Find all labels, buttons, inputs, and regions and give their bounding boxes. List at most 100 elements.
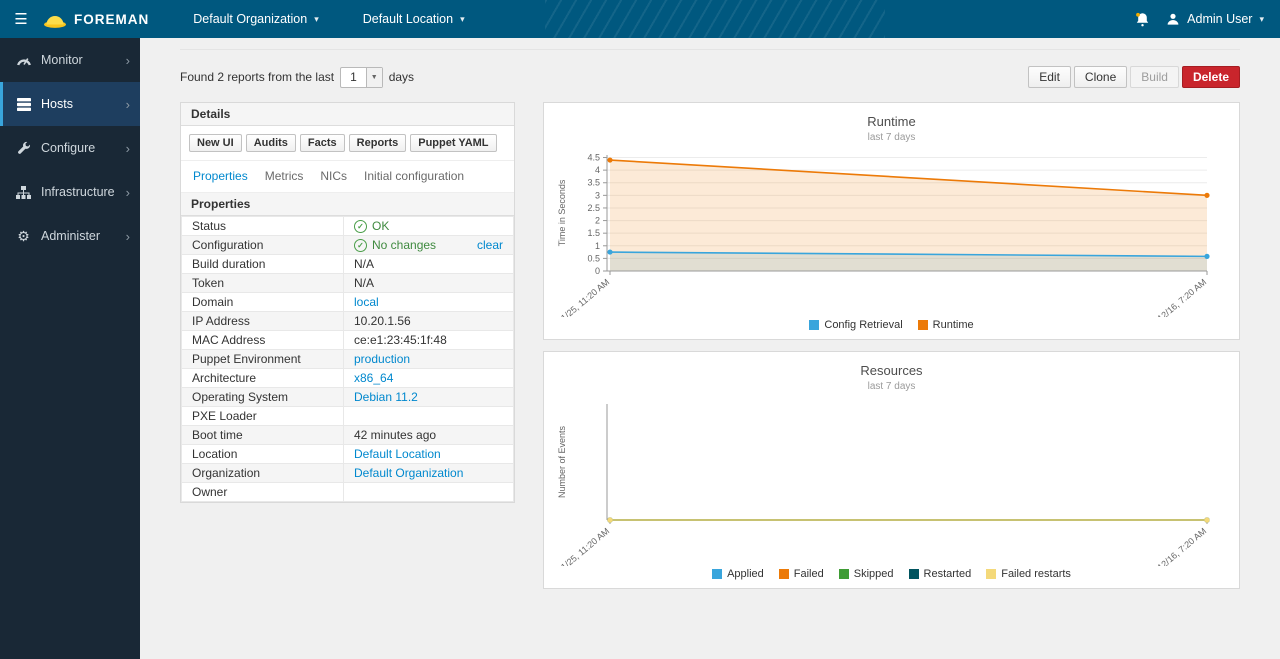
tab-nics[interactable]: NICs (320, 169, 347, 183)
tab-metrics[interactable]: Metrics (265, 169, 304, 183)
reports-days-text: days (389, 70, 414, 84)
days-select[interactable]: 1 ▼ (340, 67, 383, 88)
resources-chart: 11/25, 11:20 AM12/16, 7:20 AMNumber of E… (552, 398, 1232, 566)
clear-link[interactable]: clear (477, 238, 503, 252)
svg-text:11/25, 11:20 AM: 11/25, 11:20 AM (555, 277, 611, 317)
chevron-right-icon: › (126, 53, 130, 68)
details-tabs: Properties Metrics NICs Initial configur… (181, 161, 514, 193)
chevron-right-icon: › (126, 141, 130, 156)
table-row: MAC Address ce:e1:23:45:1f:48 (182, 331, 514, 350)
legend-label: Failed restarts (1001, 568, 1071, 580)
clone-button[interactable]: Clone (1074, 66, 1127, 88)
facts-button[interactable]: Facts (300, 134, 345, 152)
location-label: Default Location (363, 12, 453, 26)
table-row: Status ✓ OK (182, 217, 514, 236)
brand-home-link[interactable]: FOREMAN (42, 10, 149, 29)
new-ui-button[interactable]: New UI (189, 134, 242, 152)
legend-item[interactable]: Restarted (909, 568, 972, 580)
legend-swatch (809, 320, 819, 330)
caret-down-icon: ▾ (314, 14, 319, 25)
chevron-right-icon: › (126, 229, 130, 244)
edit-button[interactable]: Edit (1028, 66, 1071, 88)
table-row: Domain local (182, 293, 514, 312)
status-value: ✓ OK (354, 219, 503, 233)
menu-toggle-button[interactable]: ☰ (0, 10, 42, 28)
property-label: MAC Address (182, 331, 344, 350)
build-button[interactable]: Build (1130, 66, 1179, 88)
bell-icon (1135, 12, 1150, 27)
sidebar-item-monitor[interactable]: Monitor › (0, 38, 140, 82)
foreman-logo-icon (42, 10, 68, 29)
legend-item[interactable]: Skipped (839, 568, 894, 580)
toolbar: Found 2 reports from the last 1 ▼ days E… (180, 66, 1240, 88)
sidebar-item-administer[interactable]: ⚙ Administer › (0, 214, 140, 258)
sidebar-item-hosts[interactable]: Hosts › (0, 82, 140, 126)
svg-text:12/16, 7:20 AM: 12/16, 7:20 AM (1155, 277, 1208, 317)
property-label: Configuration (182, 236, 344, 255)
property-label: Architecture (182, 369, 344, 388)
legend-item[interactable]: Config Retrieval (809, 319, 902, 331)
audits-button[interactable]: Audits (246, 134, 296, 152)
caret-down-icon: ▼ (366, 68, 382, 87)
ok-circle-icon: ✓ (354, 239, 367, 252)
svg-text:Time in Seconds: Time in Seconds (557, 179, 567, 246)
organization-link[interactable]: Default Organization (354, 466, 463, 480)
hamburger-icon: ☰ (14, 11, 27, 28)
user-menu-dropdown[interactable]: Admin User ▾ (1166, 12, 1264, 26)
chevron-right-icon: › (126, 97, 130, 112)
delete-button[interactable]: Delete (1182, 66, 1240, 88)
reports-button[interactable]: Reports (349, 134, 407, 152)
svg-text:1.5: 1.5 (587, 228, 600, 238)
svg-text:0.5: 0.5 (587, 253, 600, 263)
gear-icon: ⚙ (15, 228, 32, 245)
location-link[interactable]: Default Location (354, 447, 441, 461)
legend-swatch (779, 569, 789, 579)
table-row: Organization Default Organization (182, 464, 514, 483)
legend-label: Applied (727, 568, 764, 580)
sidebar-item-configure[interactable]: Configure › (0, 126, 140, 170)
legend-item[interactable]: Runtime (918, 319, 974, 331)
table-row: Token N/A (182, 274, 514, 293)
legend-item[interactable]: Failed restarts (986, 568, 1071, 580)
chart-title: Runtime (544, 114, 1239, 129)
architecture-link[interactable]: x86_64 (354, 371, 393, 385)
location-dropdown[interactable]: Default Location ▾ (341, 0, 487, 38)
legend-item[interactable]: Applied (712, 568, 764, 580)
legend-swatch (986, 569, 996, 579)
operating-system-link[interactable]: Debian 11.2 (354, 390, 418, 404)
property-label: Token (182, 274, 344, 293)
organization-dropdown[interactable]: Default Organization ▾ (171, 0, 340, 38)
properties-header: Properties (181, 193, 514, 216)
user-name: Admin User (1187, 12, 1252, 26)
property-label: Status (182, 217, 344, 236)
runtime-chart: 00.511.522.533.544.511/25, 11:20 AM12/16… (552, 149, 1232, 317)
brand-name: FOREMAN (74, 12, 149, 27)
legend-item[interactable]: Failed (779, 568, 824, 580)
domain-link[interactable]: local (354, 295, 379, 309)
notifications-button[interactable] (1135, 12, 1150, 27)
property-value: N/A (344, 255, 514, 274)
chart-subtitle: last 7 days (544, 132, 1239, 143)
chevron-right-icon: › (126, 185, 130, 200)
property-label: Domain (182, 293, 344, 312)
tab-initial-configuration[interactable]: Initial configuration (364, 169, 464, 183)
property-value: ce:e1:23:45:1f:48 (344, 331, 514, 350)
property-label: Owner (182, 483, 344, 502)
caret-down-icon: ▾ (460, 14, 465, 25)
navbar-pattern (545, 0, 885, 38)
legend-label: Config Retrieval (824, 319, 902, 331)
property-value (344, 483, 514, 502)
tab-properties[interactable]: Properties (193, 169, 248, 183)
sitemap-icon (15, 186, 32, 199)
legend-swatch (712, 569, 722, 579)
legend-swatch (839, 569, 849, 579)
server-icon (15, 98, 32, 111)
sidebar-item-infrastructure[interactable]: Infrastructure › (0, 170, 140, 214)
svg-text:Number of Events: Number of Events (557, 425, 567, 498)
puppet-yaml-button[interactable]: Puppet YAML (410, 134, 496, 152)
puppet-environment-link[interactable]: production (354, 352, 410, 366)
table-row: Owner (182, 483, 514, 502)
table-row: Configuration ✓ No changes clear (182, 236, 514, 255)
details-buttons-row: New UI Audits Facts Reports Puppet YAML (181, 126, 514, 161)
property-label: Location (182, 445, 344, 464)
